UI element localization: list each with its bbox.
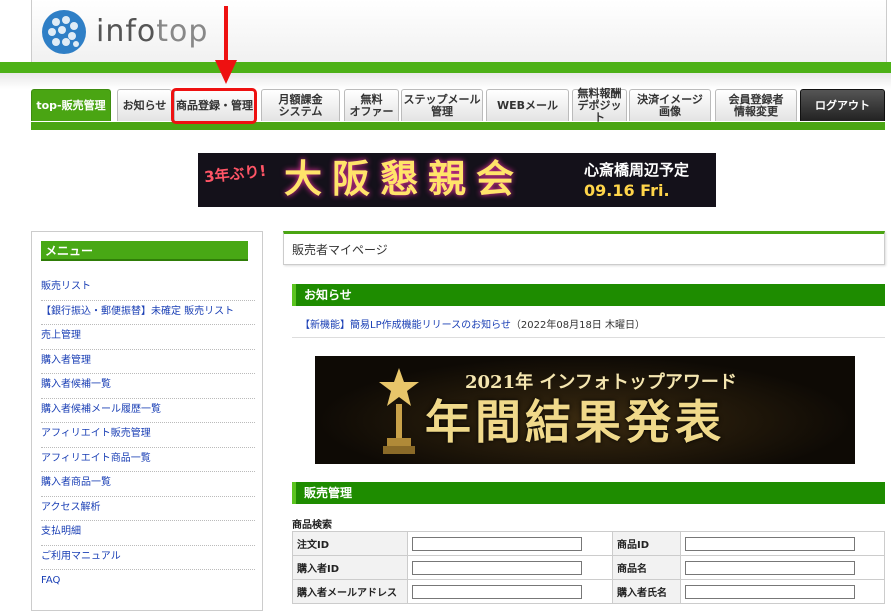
sidebar-item-unconfirmed-bank-transfer[interactable]: 【銀行振込・郵便振替】未確定 販売リスト <box>41 301 255 325</box>
banner-lead-text: 3年ぶり! <box>203 161 268 187</box>
banner-title: 大阪懇親会 <box>284 156 525 201</box>
award-banner[interactable]: 2021年 インフォトップアワード 年間結果発表 <box>315 356 855 464</box>
tab-label: 決済イメージ 画像 <box>637 92 703 118</box>
tab-label: 会員登録者 情報変更 <box>728 92 784 118</box>
news-heading: お知らせ <box>292 284 885 306</box>
sidebar-item-buyer-management[interactable]: 購入者管理 <box>41 350 255 374</box>
sidebar-item-access-analytics[interactable]: アクセス解析 <box>41 497 255 521</box>
sidebar-item-affiliate-products[interactable]: アフィリエイト商品一覧 <box>41 448 255 472</box>
annotation-highlight-box <box>171 88 257 124</box>
sidebar: メニュー 販売リスト 【銀行振込・郵便振替】未確定 販売リスト 売上管理 購入者… <box>31 231 263 611</box>
main-nav: top-販売管理 お知らせ 商品登録・管理 月額課金 システム 無料 オファー … <box>31 86 889 124</box>
product-search-form: 注文ID 商品ID 購入者ID 商品名 購入者メールアドレス 購入者氏名 <box>292 531 885 604</box>
nav-underline <box>31 122 885 130</box>
sidebar-title: メニュー <box>41 241 248 261</box>
product-name-label: 商品名 <box>612 555 681 580</box>
tab-label: ログアウト <box>815 98 870 112</box>
buyer-name-input[interactable] <box>685 584 855 599</box>
product-id-cell <box>680 531 885 556</box>
tab-label: お知らせ <box>122 98 167 112</box>
tab-free-reward-deposit[interactable]: 無料報酬 デポジット <box>572 86 627 124</box>
search-row: 購入者ID 商品名 <box>292 555 885 580</box>
buyer-id-label: 購入者ID <box>292 555 408 580</box>
award-subtitle: 2021年 インフォトップアワード <box>465 372 737 393</box>
award-title: 年間結果発表 <box>425 395 725 449</box>
product-name-input[interactable] <box>685 560 855 575</box>
news-divider <box>292 337 885 338</box>
product-name-cell <box>680 555 885 580</box>
tab-step-mail[interactable]: ステップメール 管理 <box>401 89 483 121</box>
page-title: 販売者マイページ <box>292 243 388 257</box>
sales-heading: 販売管理 <box>292 482 885 504</box>
product-search-label: 商品検索 <box>292 520 332 531</box>
buyer-name-label: 購入者氏名 <box>612 579 681 604</box>
header-green-bar <box>0 62 891 73</box>
tab-label: top-販売管理 <box>36 98 106 112</box>
site-header: infotop <box>31 0 887 63</box>
buyer-id-input[interactable] <box>412 560 582 575</box>
sidebar-item-sales-list[interactable]: 販売リスト <box>41 276 255 301</box>
sidebar-item-faq[interactable]: FAQ <box>41 570 255 594</box>
product-id-input[interactable] <box>685 536 855 551</box>
news-item: 【新機能】簡易LP作成機能リリースのお知らせ（2022年08月18日 木曜日） <box>300 316 645 331</box>
tab-payment-image[interactable]: 決済イメージ 画像 <box>629 89 711 121</box>
tab-web-mail[interactable]: WEBメール <box>486 89 569 121</box>
logo-text-top: top <box>156 14 209 49</box>
osaka-meetup-banner[interactable]: 3年ぶり! 大阪懇親会 心斎橋周辺予定 09.16 Fri. 19:00～ <box>198 153 716 207</box>
sidebar-menu: 販売リスト 【銀行振込・郵便振替】未確定 販売リスト 売上管理 購入者管理 購入… <box>41 276 255 594</box>
search-row: 購入者メールアドレス 購入者氏名 <box>292 579 885 604</box>
news-item-link[interactable]: 【新機能】簡易LP作成機能リリースのお知らせ <box>300 320 511 331</box>
logo-text[interactable]: infotop <box>96 14 208 49</box>
tab-label: 無料 オファー <box>349 92 394 118</box>
sidebar-item-affiliate-sales[interactable]: アフィリエイト販売管理 <box>41 423 255 448</box>
tab-news[interactable]: お知らせ <box>117 89 172 121</box>
tab-top-sales[interactable]: top-販売管理 <box>31 89 111 121</box>
product-id-label: 商品ID <box>612 531 681 556</box>
sidebar-item-user-manual[interactable]: ご利用マニュアル <box>41 546 255 570</box>
logo-text-info: info <box>96 14 157 49</box>
sidebar-item-candidate-mail-history[interactable]: 購入者候補メール履歴一覧 <box>41 399 255 423</box>
page-title-box: 販売者マイページ <box>283 231 885 265</box>
buyer-email-cell <box>407 579 613 604</box>
tab-label: ステップメール 管理 <box>403 92 481 118</box>
buyer-name-cell <box>680 579 885 604</box>
buyer-email-input[interactable] <box>412 584 582 599</box>
buyer-id-cell <box>407 555 613 580</box>
infotop-logo-icon[interactable] <box>40 8 88 56</box>
tab-label: 無料報酬 デポジット <box>577 86 622 124</box>
sidebar-item-payment-statement[interactable]: 支払明細 <box>41 521 255 546</box>
tab-label: 月額課金 システム <box>278 92 323 118</box>
news-item-date: （2022年08月18日 木曜日） <box>510 320 645 331</box>
annotation-arrow-icon <box>215 6 237 84</box>
tab-monthly-billing[interactable]: 月額課金 システム <box>261 89 340 121</box>
sidebar-item-buyer-candidates[interactable]: 購入者候補一覧 <box>41 374 255 399</box>
tab-label: WEBメール <box>496 98 559 112</box>
banner-date: 09.16 Fri. 19:00～ <box>584 181 670 207</box>
sidebar-item-buyer-products[interactable]: 購入者商品一覧 <box>41 472 255 497</box>
trophy-icon <box>379 368 419 454</box>
banner-place: 心斎橋周辺予定 <box>584 161 690 179</box>
header-gray-strip <box>0 73 891 89</box>
order-id-label: 注文ID <box>292 531 408 556</box>
tab-logout[interactable]: ログアウト <box>800 89 885 121</box>
search-row: 注文ID 商品ID <box>292 531 885 556</box>
order-id-input[interactable] <box>412 536 582 551</box>
buyer-email-label: 購入者メールアドレス <box>292 579 408 604</box>
tab-member-info[interactable]: 会員登録者 情報変更 <box>715 89 797 121</box>
order-id-cell <box>407 531 613 556</box>
tab-free-offer[interactable]: 無料 オファー <box>344 89 399 121</box>
sidebar-item-sales-management[interactable]: 売上管理 <box>41 325 255 350</box>
